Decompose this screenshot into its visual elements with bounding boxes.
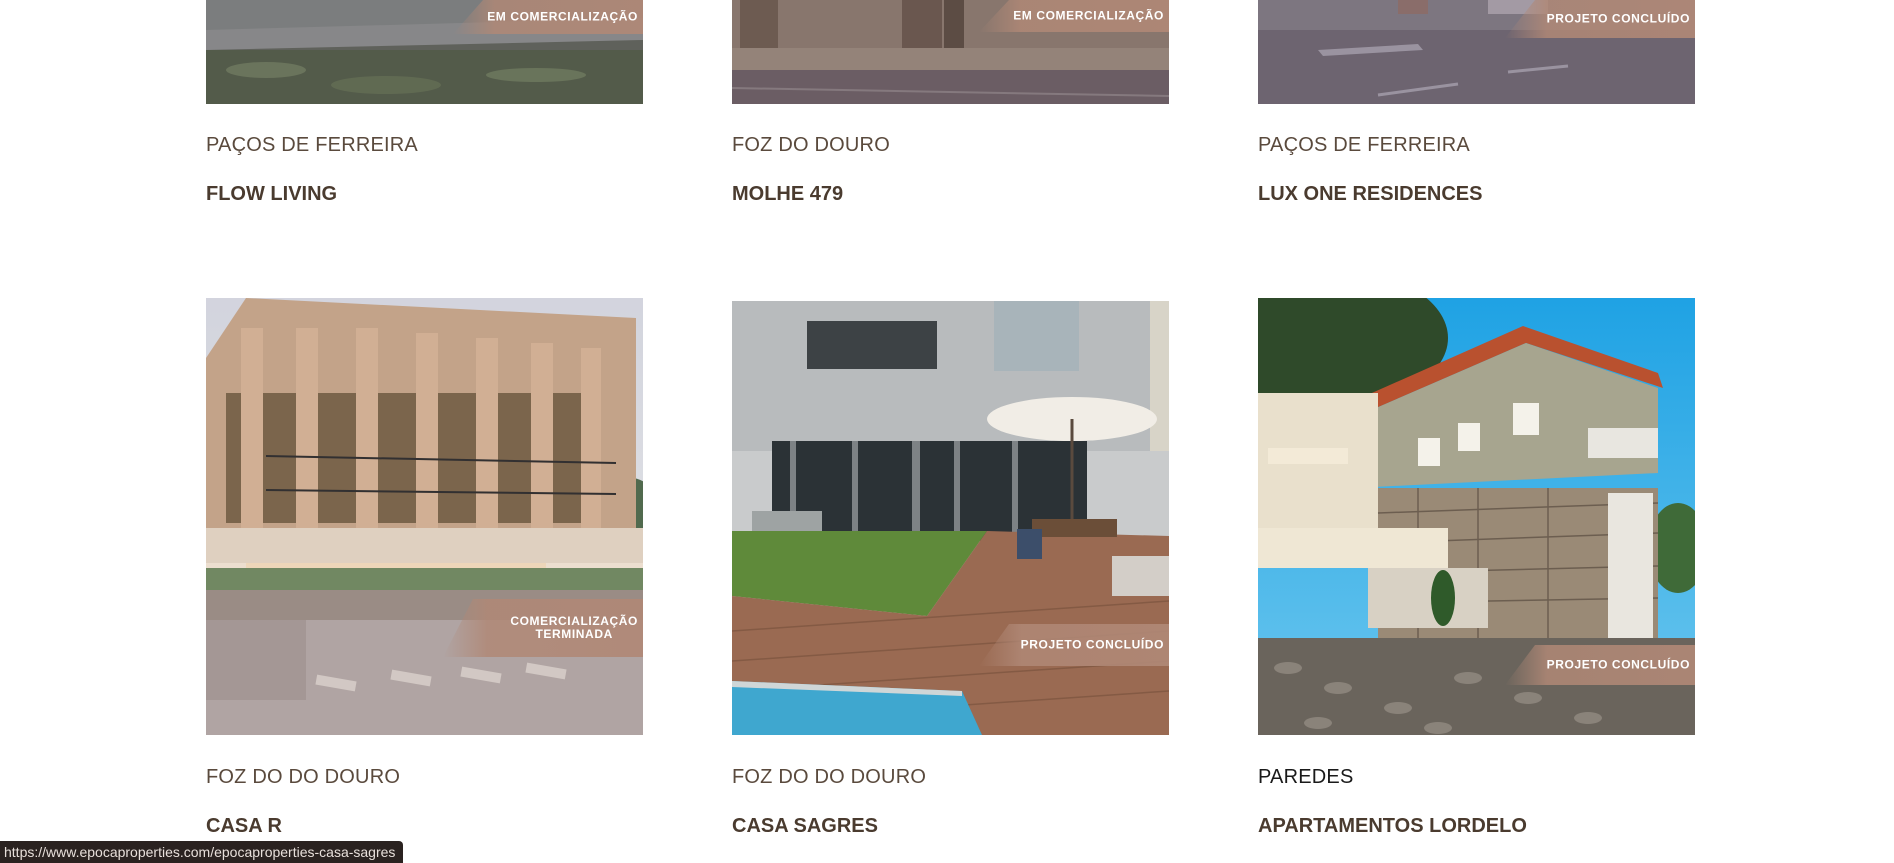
project-name[interactable]: MOLHE 479	[732, 183, 843, 206]
project-image-casa-sagres[interactable]: PROJETO CONCLUÍDO	[732, 301, 1169, 735]
link-hover-url-bar: https://www.epocaproperties.com/epocapro…	[0, 841, 404, 863]
project-location: PAREDES	[1258, 766, 1354, 788]
project-image-casa-r[interactable]: COMERCIALIZAÇÃO TERMINADA	[206, 298, 643, 735]
project-card-molhe-479[interactable]: EM COMERCIALIZAÇÃO FOZ DO DOURO MOLHE 47…	[732, 0, 1169, 205]
status-badge: EM COMERCIALIZAÇÃO	[979, 0, 1169, 32]
project-location: FOZ DO DOURO	[732, 134, 890, 156]
project-name[interactable]: CASA R	[206, 815, 282, 838]
status-badge: PROJETO CONCLUÍDO	[979, 624, 1169, 666]
project-location: PAÇOS DE FERREIRA	[206, 134, 418, 156]
project-image-flow-living[interactable]: EM COMERCIALIZAÇÃO	[206, 0, 643, 104]
project-location: FOZ DO DO DOURO	[206, 766, 401, 788]
project-card-lux-one-residences[interactable]: PROJETO CONCLUÍDO PAÇOS DE FERREIRA LUX …	[1258, 0, 1695, 205]
project-image-lux-one-residences[interactable]: PROJETO CONCLUÍDO	[1258, 0, 1695, 104]
project-location: FOZ DO DO DOURO	[732, 766, 927, 788]
project-name[interactable]: LUX ONE RESIDENCES	[1258, 183, 1482, 206]
status-badge: EM COMERCIALIZAÇÃO	[453, 0, 643, 34]
project-name[interactable]: APARTAMENTOS LORDELO	[1258, 815, 1527, 838]
project-card-casa-r[interactable]: COMERCIALIZAÇÃO TERMINADA FOZ DO DO DOUR…	[206, 298, 643, 837]
project-card-apartamentos-lordelo[interactable]: PROJETO CONCLUÍDO PAREDES APARTAMENTOS L…	[1258, 298, 1695, 837]
projects-grid-page: EM COMERCIALIZAÇÃO PAÇOS DE FERREIRA FLO…	[0, 0, 1894, 863]
project-card-flow-living[interactable]: EM COMERCIALIZAÇÃO PAÇOS DE FERREIRA FLO…	[206, 0, 643, 205]
status-badge: PROJETO CONCLUÍDO	[1505, 645, 1695, 685]
project-location: PAÇOS DE FERREIRA	[1258, 134, 1470, 156]
project-card-casa-sagres[interactable]: PROJETO CONCLUÍDO FOZ DO DO DOURO CASA S…	[732, 298, 1169, 837]
project-name[interactable]: CASA SAGRES	[732, 815, 878, 838]
project-image-molhe-479[interactable]: EM COMERCIALIZAÇÃO	[732, 0, 1169, 104]
status-badge: PROJETO CONCLUÍDO	[1505, 0, 1695, 38]
status-badge: COMERCIALIZAÇÃO TERMINADA	[443, 599, 643, 657]
project-image-apartamentos-lordelo[interactable]: PROJETO CONCLUÍDO	[1258, 298, 1695, 735]
project-name[interactable]: FLOW LIVING	[206, 183, 337, 206]
